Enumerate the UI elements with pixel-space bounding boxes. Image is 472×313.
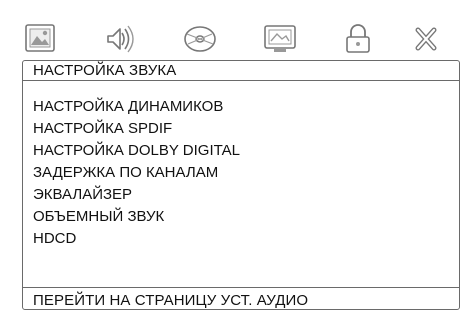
setup-toolbar [18,20,458,58]
menu-item-spdif-setup[interactable]: НАСТРОЙКА SPDIF [33,120,172,138]
lock-icon[interactable] [336,20,380,58]
picture-icon[interactable] [18,20,62,58]
display-icon[interactable] [258,20,302,58]
menu-item-equalizer[interactable]: ЭКВАЛАЙЗЕР [33,186,132,204]
disc-icon[interactable] [178,20,222,58]
footer-divider [22,287,460,288]
menu-item-speaker-setup[interactable]: НАСТРОЙКА ДИНАМИКОВ [33,98,223,116]
menu-item-hdcd[interactable]: HDCD [33,230,76,248]
menu-item-surround[interactable]: ОБЪЕМНЫЙ ЗВУК [33,208,164,226]
exit-icon[interactable] [404,20,448,58]
audio-setup-screen: НАСТРОЙКА ЗВУКА НАСТРОЙКА ДИНАМИКОВ НАСТ… [0,0,472,313]
page-title: НАСТРОЙКА ЗВУКА [33,62,177,79]
menu-item-dolby-digital-setup[interactable]: НАСТРОЙКА DOLBY DIGITAL [33,142,240,160]
footer-hint: ПЕРЕЙТИ НА СТРАНИЦУ УСТ. АУДИО [33,292,309,309]
title-divider [22,80,460,81]
audio-icon[interactable] [96,20,140,58]
menu-item-channel-delay[interactable]: ЗАДЕРЖКА ПО КАНАЛАМ [33,164,218,182]
